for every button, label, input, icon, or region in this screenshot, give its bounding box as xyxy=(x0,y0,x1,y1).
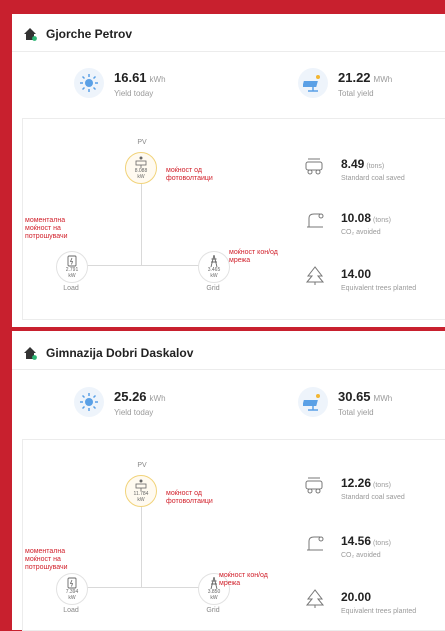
pv-array-icon xyxy=(135,479,147,491)
energy-flow-box: PV 11.784 kW 7.394 kW Load 3.850 kW Grid… xyxy=(22,439,445,631)
co2-label: CO₂ avoided xyxy=(341,552,381,559)
load-node[interactable]: 2.791 kW xyxy=(56,251,88,283)
trees-label: Equivalent trees planted xyxy=(341,608,417,615)
coal-icon xyxy=(301,155,329,177)
pv-label: PV xyxy=(137,139,147,146)
tree-icon xyxy=(301,588,329,610)
coal-unit: (tons) xyxy=(366,163,385,170)
flow-line-pv xyxy=(141,500,142,588)
load-icon xyxy=(67,255,77,267)
metric-coal: 8.49 (tons) Standard coal saved xyxy=(301,155,405,182)
home-icon xyxy=(22,26,38,42)
divider xyxy=(12,51,445,52)
energy-flow-box: PV 8.088 kW 2.791 kW Load 3.465 kW Grid … xyxy=(22,118,445,320)
divider xyxy=(12,369,445,370)
grid-unit: kW xyxy=(210,595,218,601)
yield-today-value: 25.26 xyxy=(114,388,147,404)
coal-label: Standard coal saved xyxy=(341,175,405,182)
yield-today-card: 25.26 kWh Yield today xyxy=(74,378,166,426)
energy-flow-diagram: PV 8.088 kW 2.791 kW Load 3.465 kW Grid … xyxy=(23,119,278,319)
metric-co2: 10.08 (tons) CO₂ avoided xyxy=(301,209,391,236)
metric-trees: 14.00 Equivalent trees planted xyxy=(301,265,416,292)
grid-node[interactable]: 3.465 kW xyxy=(198,251,230,283)
site-panel-1: Gjorche Petrov 16.61 kWh Yield today 21.2… xyxy=(12,14,445,327)
load-note: моментална моќност на потрошувачи xyxy=(25,217,68,240)
sun-icon xyxy=(74,68,104,98)
tree-icon xyxy=(301,265,329,287)
yield-today-label: Yield today xyxy=(114,407,154,417)
solar-panel-icon xyxy=(298,68,328,98)
load-unit: kW xyxy=(68,595,76,601)
trees-value: 14.00 xyxy=(341,267,372,281)
site-header[interactable]: Gjorche Petrov xyxy=(22,22,445,46)
coal-value: 12.26 xyxy=(341,476,372,490)
energy-flow-diagram: PV 11.784 kW 7.394 kW Load 3.850 kW Grid… xyxy=(23,440,273,630)
metric-coal: 12.26 (tons) Standard coal saved xyxy=(301,474,405,501)
yield-today-card: 16.61 kWh Yield today xyxy=(74,59,166,107)
coal-unit: (tons) xyxy=(373,482,391,489)
yield-today-value: 16.61 xyxy=(114,69,147,85)
load-label: Load xyxy=(63,285,79,292)
coal-label: Standard coal saved xyxy=(341,494,405,501)
total-yield-label: Total yield xyxy=(338,407,374,417)
flow-line-horizontal xyxy=(71,265,213,266)
coal-value: 8.49 xyxy=(341,157,365,171)
co2-unit: (tons) xyxy=(373,217,391,224)
sun-icon xyxy=(74,387,104,417)
load-label: Load xyxy=(63,607,79,614)
yield-today-unit: kWh xyxy=(149,74,166,84)
site-name: Gimnazija Dobri Daskalov xyxy=(46,346,194,360)
load-note: моментална моќност на потрошувачи xyxy=(25,548,68,571)
load-unit: kW xyxy=(68,273,76,279)
pv-node[interactable]: 11.784 kW xyxy=(125,475,157,507)
coal-icon xyxy=(301,474,329,496)
load-icon xyxy=(67,577,77,589)
pv-note: моќност од фотоволтаици xyxy=(166,490,213,505)
pv-note: моќност од фотоволтаици xyxy=(166,167,213,182)
total-yield-value: 30.65 xyxy=(338,388,371,404)
grid-note: моќност кон/од мрежа xyxy=(219,572,268,587)
trees-value: 20.00 xyxy=(341,590,372,604)
home-icon xyxy=(22,345,38,361)
pv-unit: kW xyxy=(137,497,145,503)
total-yield-card: 30.65 MWh Total yield xyxy=(298,378,392,426)
yield-today-unit: kWh xyxy=(149,393,166,403)
co2-unit: (tons) xyxy=(373,540,391,547)
total-yield-label: Total yield xyxy=(338,88,374,98)
metric-co2: 14.56 (tons) CO₂ avoided xyxy=(301,532,391,559)
load-node[interactable]: 7.394 kW xyxy=(56,573,88,605)
total-yield-card: 21.22 MWh Total yield xyxy=(298,59,392,107)
trees-label: Equivalent trees planted xyxy=(341,285,417,292)
flow-line-horizontal xyxy=(71,587,213,588)
site-header[interactable]: Gimnazija Dobri Daskalov xyxy=(22,341,445,365)
co2-value: 10.08 xyxy=(341,211,372,225)
co2-icon xyxy=(301,209,329,231)
pv-unit: kW xyxy=(137,174,145,180)
total-yield-unit: MWh xyxy=(373,74,393,84)
site-name: Gjorche Petrov xyxy=(46,27,133,41)
metric-trees: 20.00 Equivalent trees planted xyxy=(301,588,416,615)
flow-line-pv xyxy=(141,177,142,266)
total-yield-value: 21.22 xyxy=(338,69,371,85)
co2-label: CO₂ avoided xyxy=(341,229,381,236)
pv-array-icon xyxy=(135,156,147,168)
solar-panel-icon xyxy=(298,387,328,417)
grid-note: моќност кон/од мрежа xyxy=(229,249,278,264)
pv-node[interactable]: 8.088 kW xyxy=(125,152,157,184)
co2-icon xyxy=(301,532,329,554)
yield-today-label: Yield today xyxy=(114,88,154,98)
total-yield-unit: MWh xyxy=(373,393,393,403)
grid-label: Grid xyxy=(206,285,220,292)
grid-label: Grid xyxy=(206,607,220,614)
pv-label: PV xyxy=(137,462,147,469)
site-panel-2: Gimnazija Dobri Daskalov 25.26 kWh Yield … xyxy=(12,331,445,631)
grid-tower-icon xyxy=(210,255,218,267)
grid-unit: kW xyxy=(210,273,218,279)
co2-value: 14.56 xyxy=(341,534,372,548)
